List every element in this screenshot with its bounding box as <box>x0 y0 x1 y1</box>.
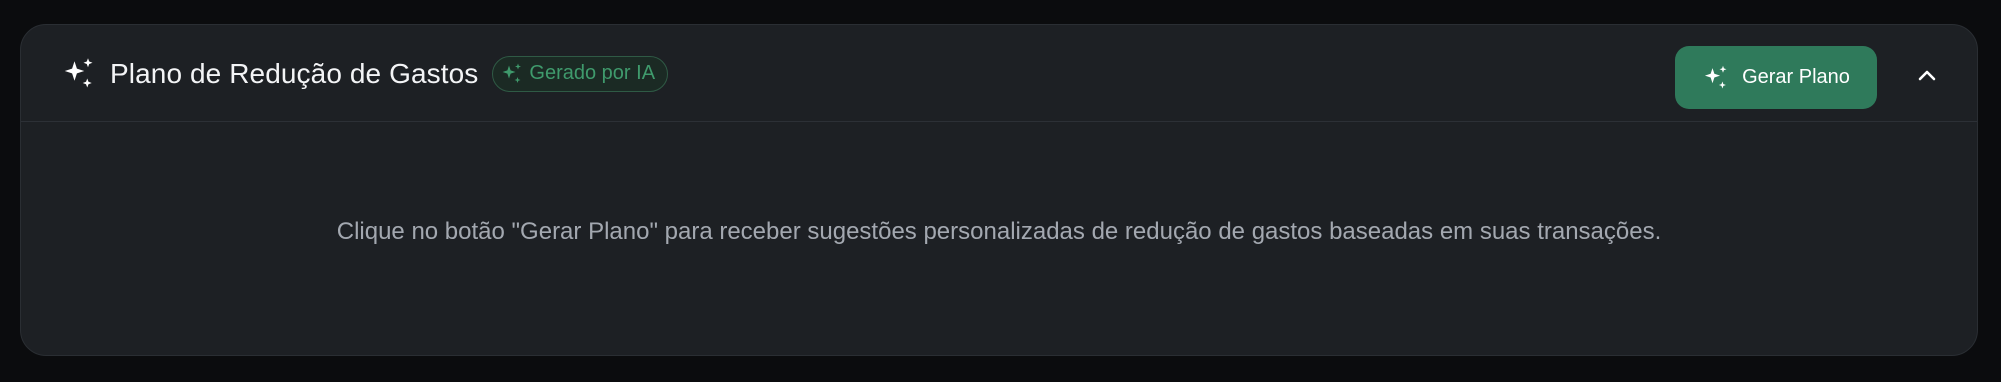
generate-plan-button[interactable]: Gerar Plano <box>1675 46 1877 109</box>
title-group: Plano de Redução de Gastos Gerado por IA <box>60 25 669 122</box>
chevron-up-icon <box>1915 64 1939 93</box>
ai-generated-badge: Gerado por IA <box>492 55 669 92</box>
panel-title: Plano de Redução de Gastos <box>110 57 479 89</box>
generate-plan-label: Gerar Plano <box>1742 66 1850 88</box>
spending-reduction-panel: Plano de Redução de Gastos Gerado por IA <box>20 24 1978 356</box>
sparkles-icon <box>499 61 525 87</box>
badge-label: Gerado por IA <box>529 62 656 84</box>
panel-body: Clique no botão "Gerar Plano" para receb… <box>21 122 1977 355</box>
sparkles-icon <box>1702 64 1730 92</box>
collapse-button[interactable] <box>1907 58 1947 98</box>
empty-state-message: Clique no botão "Gerar Plano" para receb… <box>336 218 1662 245</box>
panel-header: Plano de Redução de Gastos Gerado por IA <box>21 25 1977 122</box>
sparkles-icon <box>60 55 98 93</box>
